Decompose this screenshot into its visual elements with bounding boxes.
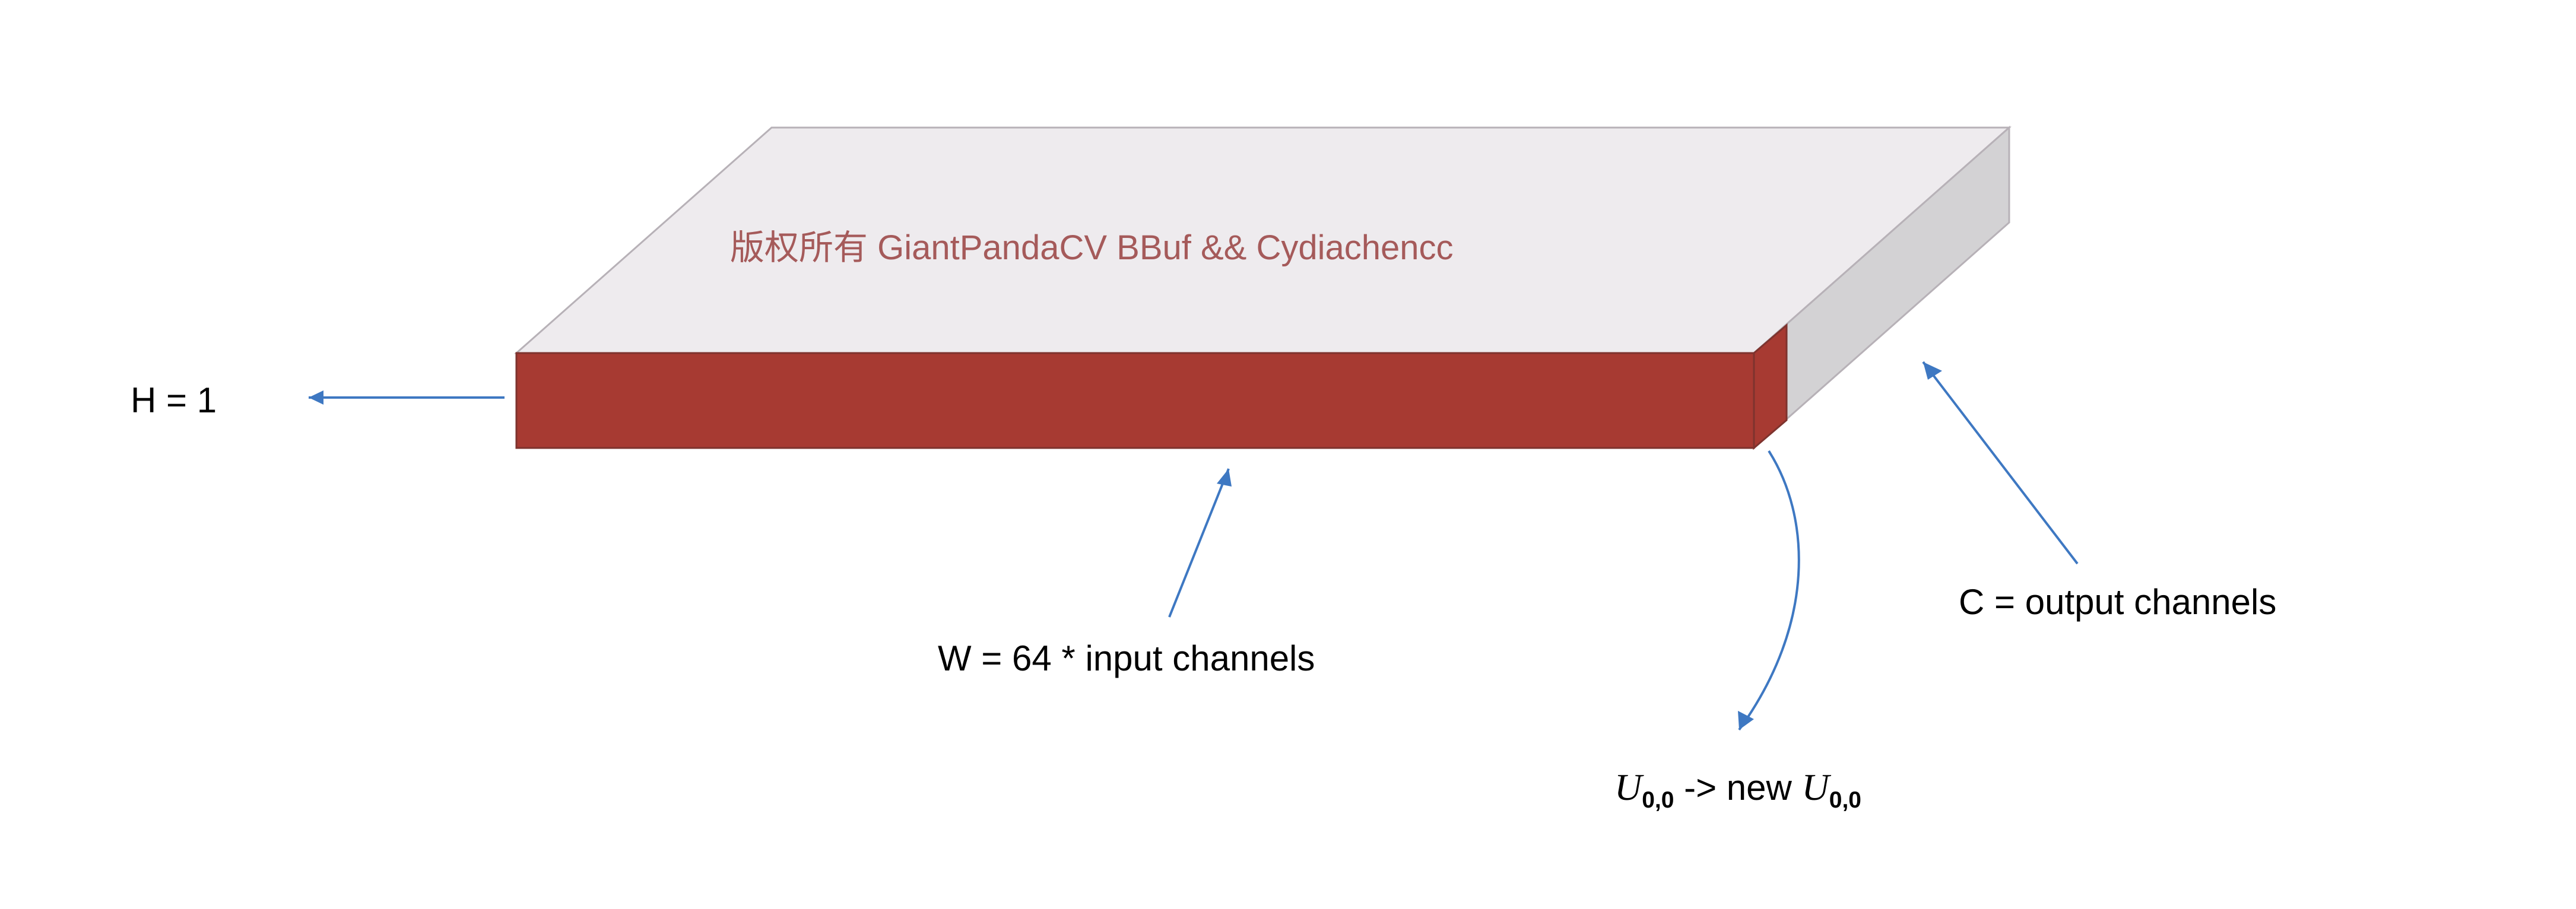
slab-3d — [0, 0, 2576, 909]
watermark-text: 版权所有 GiantPandaCV BBuf && Cydiachencc — [730, 220, 1454, 269]
arrow-c — [1923, 362, 2077, 564]
slab-front-face — [516, 353, 1754, 448]
label-u: U0,0 -> new U0,0 — [1614, 765, 1861, 813]
label-h: H = 1 — [131, 380, 217, 421]
arrow-w — [1169, 469, 1229, 617]
label-c: C = output channels — [1959, 581, 2276, 622]
arrow-u — [1739, 451, 1799, 730]
label-w: W = 64 * input channels — [938, 638, 1315, 679]
